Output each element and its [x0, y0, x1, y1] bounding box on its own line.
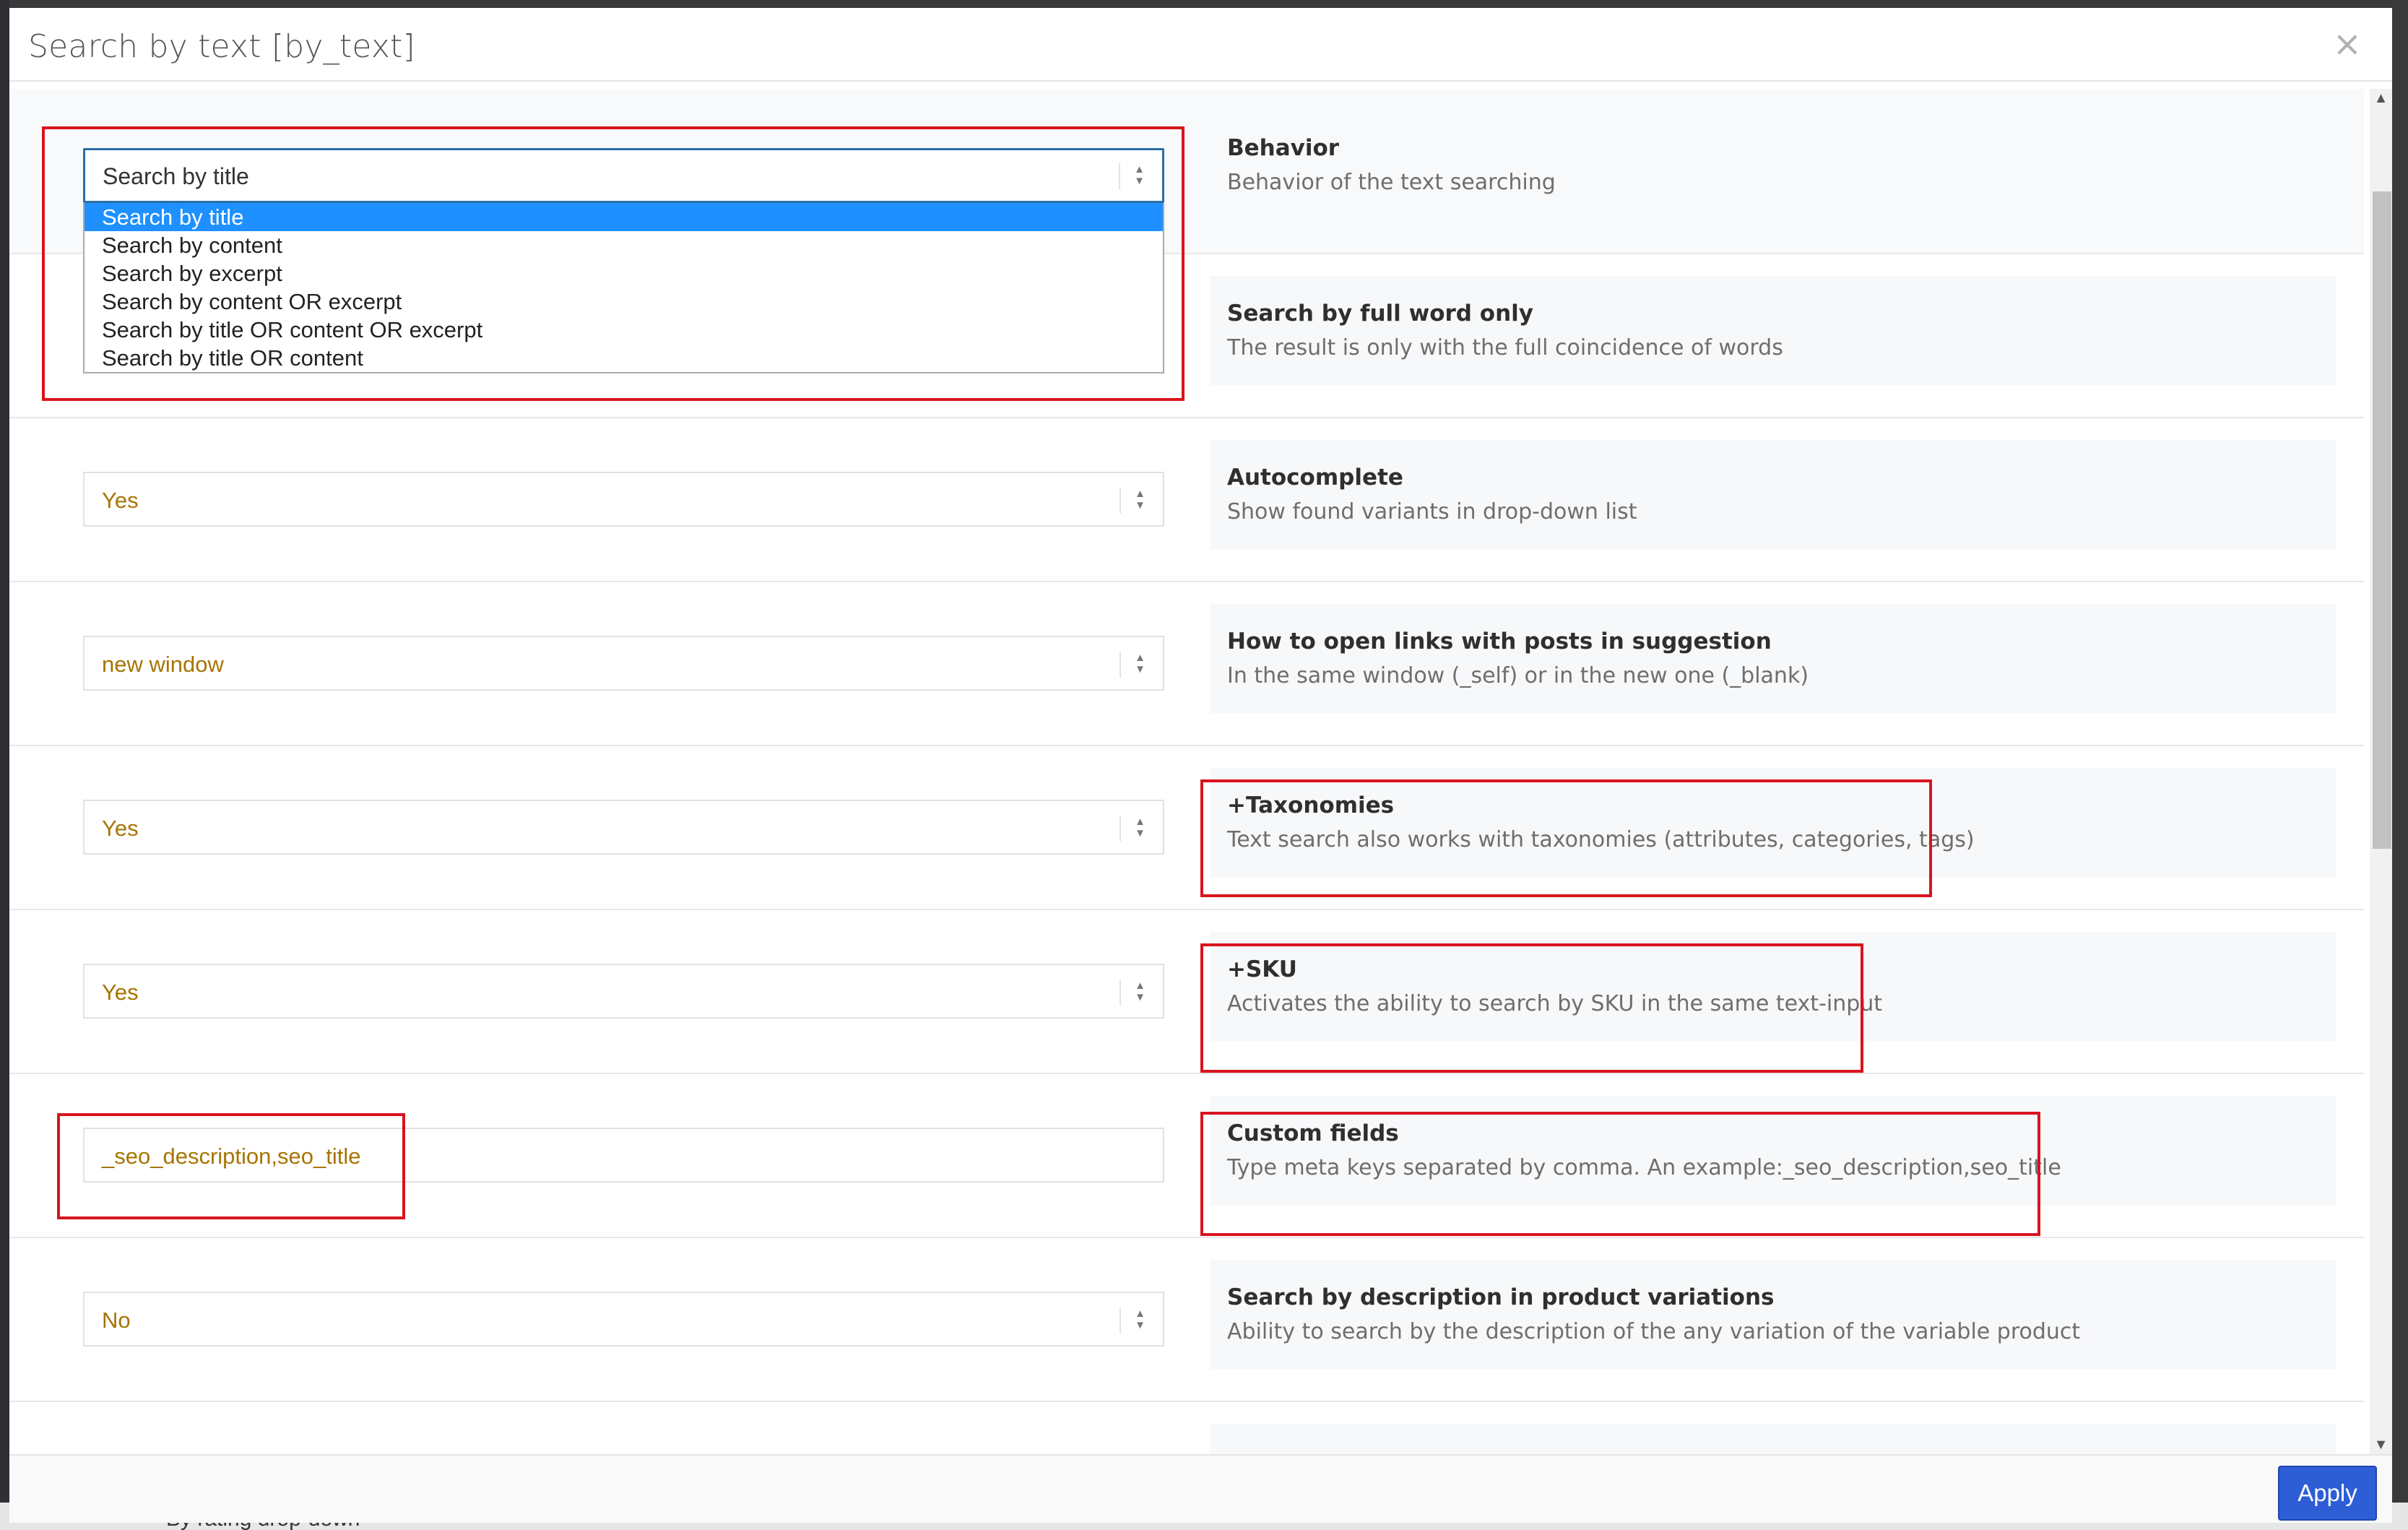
dialog-body: Search by title ▲ ▼ Search by title Searc… [9, 89, 2364, 1454]
behavior-select[interactable]: Search by title ▲ ▼ [83, 148, 1164, 203]
select-arrows-icon: ▲▼ [1135, 980, 1145, 1003]
scrollbar-thumb[interactable] [2373, 191, 2391, 849]
setting-help-text: Behavior of the text searching [1227, 170, 1556, 195]
setting-row-autocomplete: Yes ▲ ▼ Autocomplete Show found variants … [9, 417, 2364, 581]
setting-description [1210, 1424, 2336, 1454]
setting-row-taxonomies: Yes ▲ ▼ +Taxonomies Text search also work… [9, 745, 2364, 909]
dropdown-option[interactable]: Search by content [85, 231, 1163, 259]
select-arrows-icon: ▲▼ [1135, 816, 1145, 839]
dialog-header: Search by text [by_text] × [9, 8, 2392, 82]
open-links-select[interactable]: new window ▲ ▼ [83, 636, 1164, 691]
dropdown-option[interactable]: Search by excerpt [85, 259, 1163, 288]
input-value: _seo_description,seo_title [102, 1144, 361, 1169]
dropdown-option[interactable]: Search by title [85, 203, 1163, 231]
scroll-down-icon[interactable]: ▼ [2370, 1435, 2392, 1454]
custom-fields-input[interactable]: _seo_description,seo_title [83, 1128, 1164, 1183]
dropdown-option[interactable]: Search by content OR excerpt [85, 288, 1163, 316]
select-value: Yes [102, 488, 139, 513]
setting-description: Custom fields Type meta keys separated b… [1210, 1096, 2336, 1206]
setting-row-partial [9, 1401, 2364, 1454]
dialog-title: Search by text [by_text] [28, 28, 415, 65]
behavior-dropdown-list: Search by title Search by content Search… [83, 203, 1164, 373]
select-value: No [102, 1308, 131, 1333]
apply-button[interactable]: Apply [2278, 1466, 2377, 1521]
variation-description-select[interactable]: No ▲ ▼ [83, 1292, 1164, 1347]
setting-help-text: Show found variants in drop-down list [1227, 499, 1637, 524]
setting-title: Custom fields [1227, 1120, 1399, 1146]
select-separator [1119, 816, 1121, 842]
setting-description: Behavior Behavior of the text searching [1210, 111, 2336, 220]
setting-description: Search by full word only The result is o… [1210, 276, 2336, 386]
setting-description: Autocomplete Show found variants in drop… [1210, 440, 2336, 550]
setting-title: Behavior [1227, 135, 1340, 161]
select-arrows-icon: ▲▼ [1134, 163, 1145, 187]
setting-help-text: In the same window (_self) or in the new… [1227, 663, 1809, 688]
setting-title: Search by description in product variati… [1227, 1284, 1775, 1310]
setting-help-text: The result is only with the full coincid… [1227, 335, 1783, 360]
setting-help-text: Type meta keys separated by comma. An ex… [1227, 1155, 2061, 1180]
setting-title: +SKU [1227, 956, 1297, 982]
scrollbar[interactable]: ▲ ▼ [2370, 89, 2392, 1454]
select-value: Yes [102, 980, 139, 1005]
sku-select[interactable]: Yes ▲ ▼ [83, 964, 1164, 1019]
dialog-footer: Apply [9, 1454, 2392, 1523]
setting-row-behavior: Search by title ▲ ▼ Search by title Searc… [9, 89, 2364, 373]
autocomplete-select[interactable]: Yes ▲ ▼ [83, 472, 1164, 527]
setting-title: Autocomplete [1227, 464, 1403, 490]
search-by-text-dialog: Search by text [by_text] × Search by tit… [9, 8, 2392, 1523]
setting-help-text: Activates the ability to search by SKU i… [1227, 991, 1883, 1016]
select-separator [1119, 163, 1120, 189]
setting-help-text: Text search also works with taxonomies (… [1227, 827, 1975, 852]
select-separator [1119, 1308, 1121, 1334]
setting-description: +Taxonomies Text search also works with … [1210, 768, 2336, 878]
setting-row-open-links: new window ▲ ▼ How to open links with pos… [9, 581, 2364, 745]
taxonomies-select[interactable]: Yes ▲ ▼ [83, 800, 1164, 855]
behavior-select-value: Search by title [103, 163, 249, 189]
select-value: new window [102, 652, 224, 677]
setting-help-text: Ability to search by the description of … [1227, 1319, 2081, 1344]
dropdown-option[interactable]: Search by title OR content [85, 344, 1163, 372]
setting-title: Search by full word only [1227, 301, 1533, 327]
setting-row-sku: Yes ▲ ▼ +SKU Activates the ability to sea… [9, 909, 2364, 1073]
setting-row-variation-description: No ▲ ▼ Search by description in product v… [9, 1237, 2364, 1401]
select-separator [1119, 488, 1121, 514]
select-value: Yes [102, 816, 139, 841]
setting-description: How to open links with posts in suggesti… [1210, 604, 2336, 714]
page-backdrop [0, 0, 9, 1530]
select-arrows-icon: ▲▼ [1135, 652, 1145, 675]
setting-row-custom-fields: _seo_description,seo_title Custom fields… [9, 1073, 2364, 1237]
dropdown-option[interactable]: Search by title OR content OR excerpt [85, 316, 1163, 344]
setting-title: How to open links with posts in suggesti… [1227, 628, 1772, 654]
setting-description: Search by description in product variati… [1210, 1260, 2336, 1370]
close-icon[interactable]: × [2333, 27, 2362, 61]
select-separator [1119, 980, 1121, 1006]
select-arrows-icon: ▲▼ [1135, 488, 1145, 511]
scroll-up-icon[interactable]: ▲ [2370, 89, 2392, 108]
select-separator [1119, 652, 1121, 678]
select-arrows-icon: ▲▼ [1135, 1308, 1145, 1331]
setting-title: +Taxonomies [1227, 792, 1395, 818]
setting-description: +SKU Activates the ability to search by … [1210, 932, 2336, 1042]
